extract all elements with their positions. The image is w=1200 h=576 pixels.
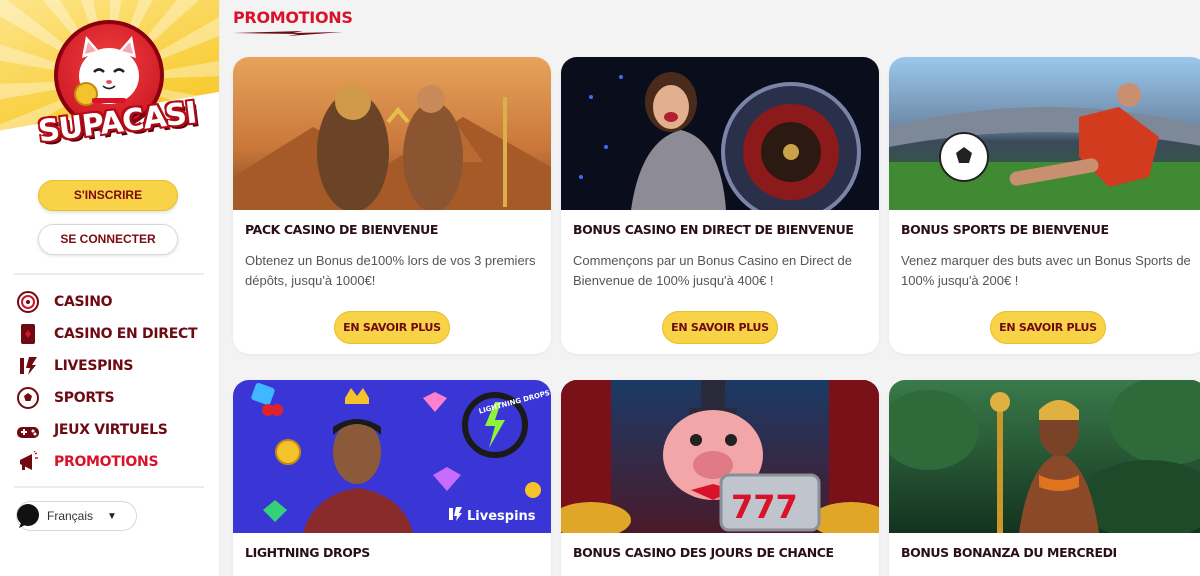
learn-more-button[interactable]: EN SAVOIR PLUS bbox=[662, 311, 778, 344]
sidebar: SUPACASI S'INSCRIRE SE CONNECTER CASINO … bbox=[0, 0, 220, 576]
promo-description: Venez marquer des buts avec un Bonus Spo… bbox=[901, 253, 1191, 288]
promo-card: PACK CASINO DE BIENVENUE Obtenez un Bonu… bbox=[233, 57, 551, 354]
sidebar-item-label: CASINO bbox=[54, 294, 113, 310]
brand-name: SUPACASI bbox=[36, 95, 198, 150]
sidebar-divider bbox=[14, 273, 204, 275]
chat-bubble-icon bbox=[17, 504, 39, 528]
sidebar-item-label: PROMOTIONS bbox=[54, 454, 159, 470]
promo-image: 777 bbox=[561, 380, 879, 533]
promo-description: Obtenez un Bonus de100% lors de vos 3 pr… bbox=[245, 253, 536, 288]
sidebar-nav: CASINO CASINO EN DIRECT LIVESPINS SPORTS bbox=[16, 286, 206, 478]
promo-card: BONUS CASINO EN DIRECT DE BIENVENUE Comm… bbox=[561, 57, 879, 354]
promo-title: LIGHTNING DROPS bbox=[245, 545, 370, 560]
promo-card: 777 BONUS CASINO DES JOURS DE CHANCE bbox=[561, 380, 879, 576]
promo-card: BONUS BONANZA DU MERCREDI bbox=[889, 380, 1200, 576]
promo-card: LIGHTNING DROPS Livespins LIGHTNING DROP… bbox=[233, 380, 551, 576]
sidebar-item-label: SPORTS bbox=[54, 390, 115, 406]
promo-image bbox=[889, 380, 1200, 533]
promo-title: BONUS SPORTS DE BIENVENUE bbox=[901, 222, 1109, 237]
sidebar-item-label: LIVESPINS bbox=[54, 358, 134, 374]
sidebar-item-casino[interactable]: CASINO bbox=[16, 286, 206, 318]
promo-title: PACK CASINO DE BIENVENUE bbox=[245, 222, 439, 237]
promo-image: LIGHTNING DROPS Livespins bbox=[233, 380, 551, 533]
lucky-cat-icon bbox=[74, 36, 139, 106]
learn-more-button[interactable]: EN SAVOIR PLUS bbox=[990, 311, 1106, 344]
livespins-icon bbox=[16, 354, 40, 378]
chevron-down-icon: ▼ bbox=[107, 510, 117, 522]
language-label: Français bbox=[47, 509, 94, 523]
language-selector[interactable]: Français ▼ bbox=[16, 501, 137, 531]
sidebar-item-livespins[interactable]: LIVESPINS bbox=[16, 350, 206, 382]
sidebar-item-label: JEUX VIRTUELS bbox=[54, 422, 168, 438]
sidebar-item-jeux-virtuels[interactable]: JEUX VIRTUELS bbox=[16, 414, 206, 446]
gamepad-icon bbox=[16, 418, 40, 442]
promo-image bbox=[233, 57, 551, 210]
soccer-ball-icon bbox=[16, 386, 40, 410]
promo-title: BONUS BONANZA DU MERCREDI bbox=[901, 545, 1117, 560]
card-icon bbox=[16, 322, 40, 346]
promo-image bbox=[561, 57, 879, 210]
signup-button[interactable]: S'INSCRIRE bbox=[38, 180, 178, 211]
login-button[interactable]: SE CONNECTER bbox=[38, 224, 178, 255]
livespins-logo-text: Livespins bbox=[467, 509, 536, 524]
sidebar-item-casino-en-direct[interactable]: CASINO EN DIRECT bbox=[16, 318, 206, 350]
svg-text:777: 777 bbox=[731, 488, 798, 526]
promo-image bbox=[889, 57, 1200, 210]
promo-card: BONUS SPORTS DE BIENVENUE Venez marquer … bbox=[889, 57, 1200, 354]
sidebar-item-sports[interactable]: SPORTS bbox=[16, 382, 206, 414]
sidebar-item-promotions[interactable]: PROMOTIONS bbox=[16, 446, 206, 478]
learn-more-button[interactable]: EN SAVOIR PLUS bbox=[334, 311, 450, 344]
page-title: PROMOTIONS bbox=[233, 8, 353, 27]
promo-title: BONUS CASINO DES JOURS DE CHANCE bbox=[573, 545, 834, 560]
sidebar-divider bbox=[14, 486, 204, 488]
megaphone-icon bbox=[16, 450, 40, 474]
sidebar-item-label: CASINO EN DIRECT bbox=[54, 326, 198, 342]
promo-title: BONUS CASINO EN DIRECT DE BIENVENUE bbox=[573, 222, 854, 237]
title-underline bbox=[233, 31, 343, 36]
roulette-icon bbox=[16, 290, 40, 314]
brand-logo[interactable]: SUPACASI bbox=[34, 20, 198, 160]
promo-description: Commençons par un Bonus Casino en Direct… bbox=[573, 253, 852, 288]
app-root: SUPACASI S'INSCRIRE SE CONNECTER CASINO … bbox=[0, 0, 1200, 576]
